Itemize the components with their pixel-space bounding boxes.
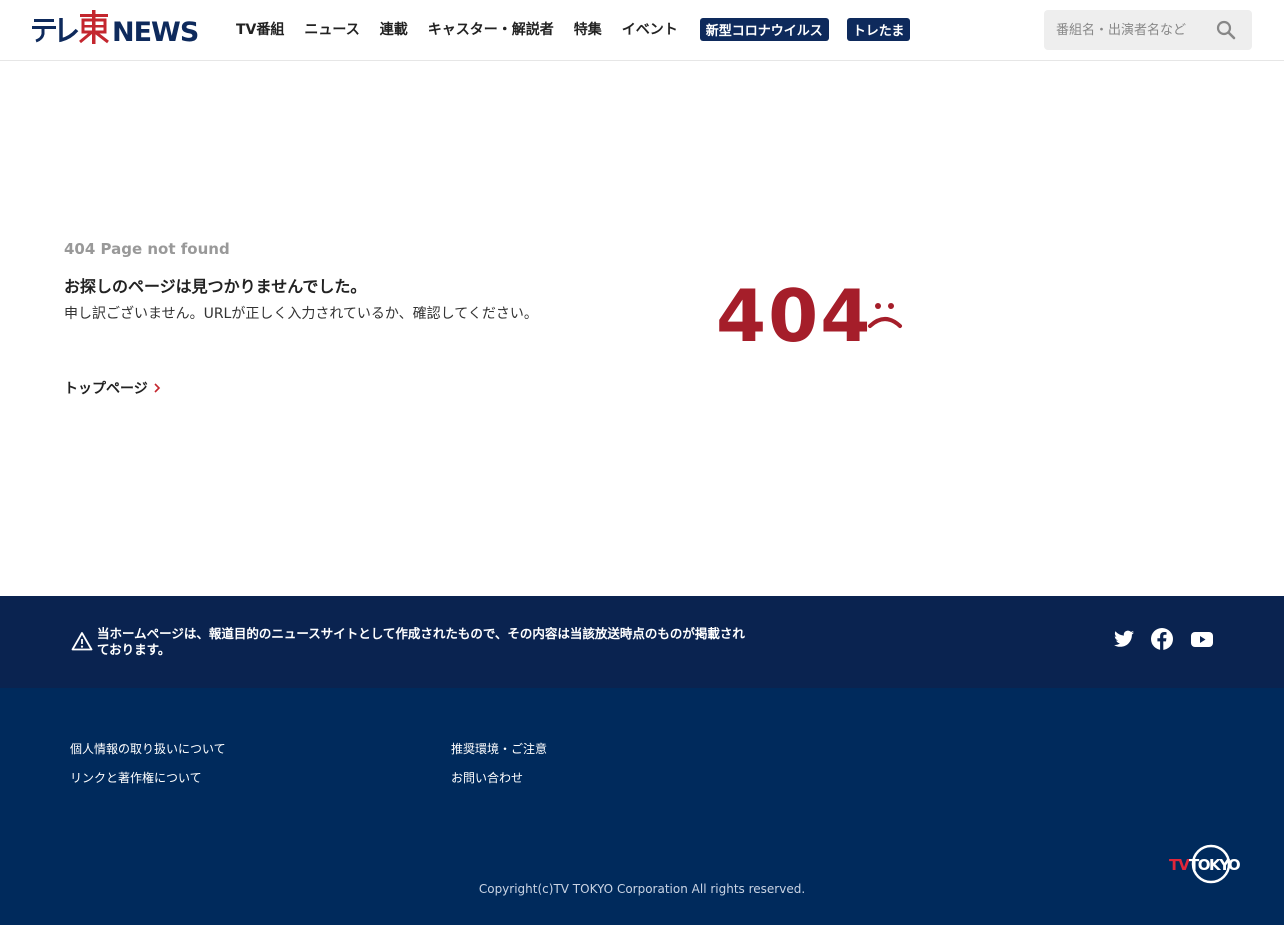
nav-badge-coronavirus[interactable]: 新型コロナウイルス: [699, 17, 829, 41]
error-description: 申し訳ございません。URLが正しく入力されているか、確認してください。: [64, 306, 538, 322]
site-header: NEWS TV番組 ニュース 連載 キャスター・解説者 特集 イベント 新型コロ…: [0, 0, 1284, 61]
error-404-graphic: 404: [716, 274, 873, 358]
notice-text: 当ホームページは、報道目的のニュースサイトとして作成されたもので、その内容は当該…: [97, 626, 745, 657]
youtube-icon[interactable]: [1190, 627, 1214, 651]
main-nav: TV番組 ニュース 連載 キャスター・解説者 特集 イベント 新型コロナウイルス…: [226, 17, 919, 41]
error-code-label: 404 Page not found: [64, 240, 230, 258]
twitter-icon[interactable]: [1112, 627, 1136, 651]
top-page-link[interactable]: トップページ: [64, 378, 161, 398]
footer-link-contact[interactable]: お問い合わせ: [451, 769, 523, 786]
facebook-icon[interactable]: [1150, 627, 1174, 651]
footer-link-environment[interactable]: 推奨環境・ご注意: [451, 740, 547, 757]
copyright-text: Copyright(c)TV TOKYO Corporation All rig…: [478, 882, 806, 896]
chevron-right-icon: [154, 383, 160, 393]
footer-link-copyright[interactable]: リンクと著作権について: [70, 769, 202, 786]
search-input[interactable]: [1056, 10, 1206, 50]
search-box: [1044, 10, 1252, 50]
search-icon[interactable]: [1214, 18, 1238, 42]
top-page-link-label: トップページ: [64, 381, 148, 397]
sad-face-icon: [868, 303, 902, 328]
nav-tv-programs[interactable]: TV番組: [236, 19, 284, 39]
logo-link[interactable]: NEWS: [32, 10, 202, 48]
nav-badge-toretama[interactable]: トレたま: [846, 17, 911, 41]
warning-icon: [71, 632, 93, 651]
nav-events[interactable]: イベント: [622, 19, 678, 39]
tv-tokyo-news-logo: NEWS: [32, 10, 199, 48]
svg-text:TV: TV: [1169, 856, 1190, 874]
svg-text:TOKYO: TOKYO: [1189, 856, 1240, 874]
footer-link-privacy[interactable]: 個人情報の取り扱いについて: [70, 740, 226, 757]
svg-text:NEWS: NEWS: [112, 17, 198, 44]
nav-casters[interactable]: キャスター・解説者: [428, 19, 554, 39]
tv-tokyo-logo: TV TOKYO: [1169, 844, 1241, 884]
nav-features[interactable]: 特集: [574, 19, 602, 39]
nav-news[interactable]: ニュース: [304, 19, 359, 39]
nav-series[interactable]: 連載: [380, 19, 408, 39]
error-title: お探しのページは見つかりませんでした。: [64, 277, 367, 296]
